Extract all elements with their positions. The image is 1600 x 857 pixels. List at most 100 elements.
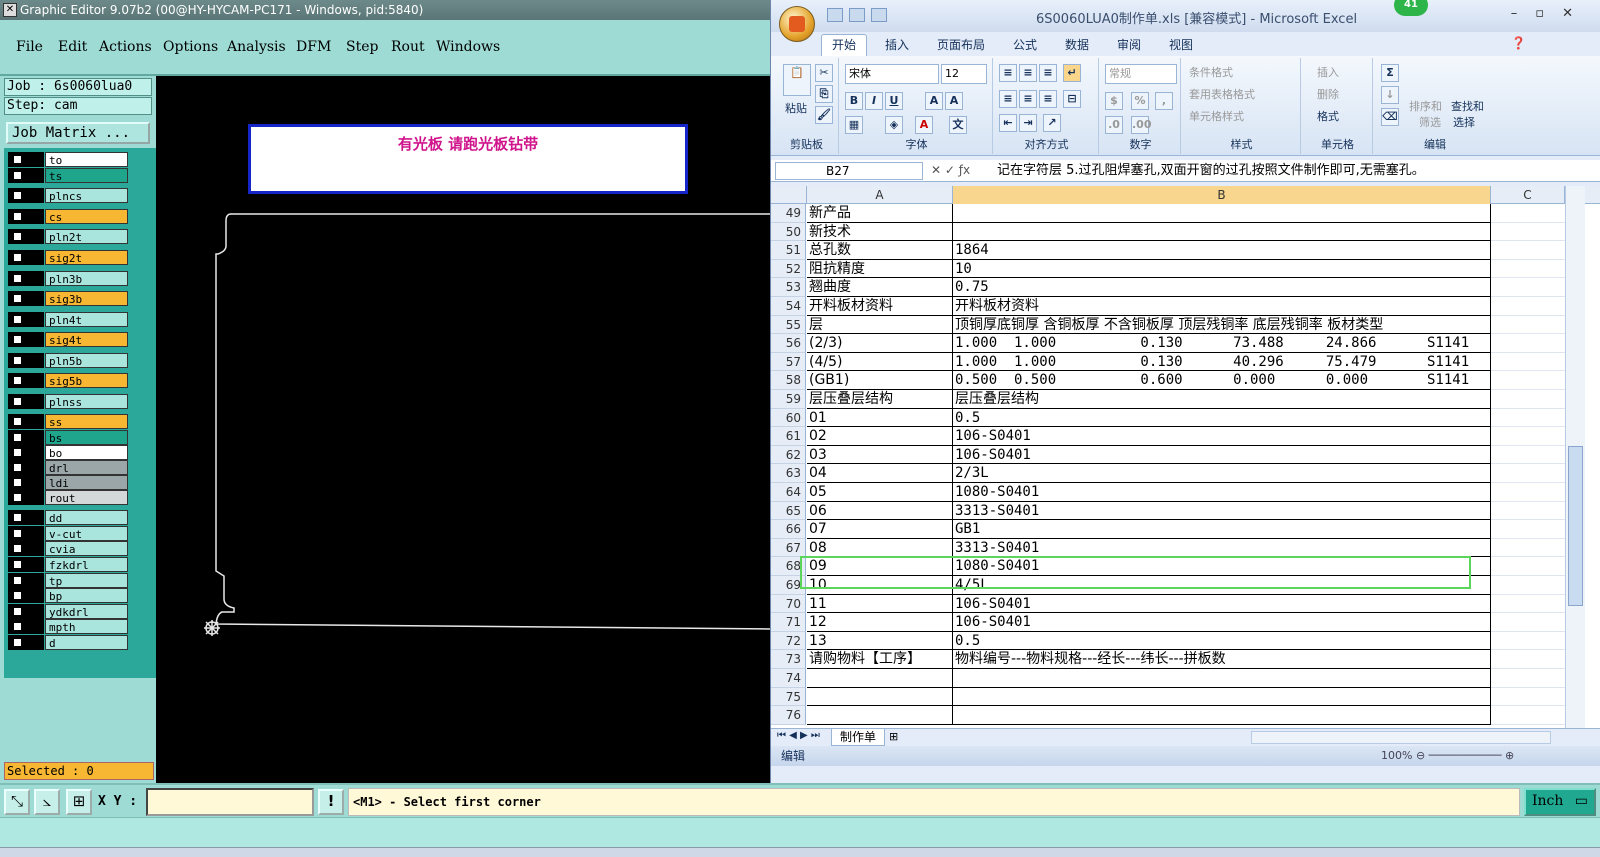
cell-a[interactable]: 03 xyxy=(807,445,953,465)
cell-a[interactable]: 04 xyxy=(807,464,953,483)
cell-c[interactable] xyxy=(1491,595,1565,614)
grid-button[interactable]: ⊞ xyxy=(66,789,92,815)
cell-a[interactable]: 新技术 xyxy=(807,222,953,242)
column-header-a[interactable]: A xyxy=(807,186,953,204)
layer-name[interactable]: to xyxy=(45,152,128,167)
cell-c[interactable] xyxy=(1491,446,1565,465)
cell-c[interactable] xyxy=(1491,260,1565,279)
horizontal-scrollbar[interactable] xyxy=(1251,731,1551,744)
layer-checkbox[interactable] xyxy=(12,273,23,284)
layer-row[interactable]: plnss xyxy=(8,394,128,409)
row-number[interactable]: 50 xyxy=(771,222,806,242)
layer-checkbox[interactable] xyxy=(12,396,23,407)
shrink-font-icon[interactable]: A xyxy=(945,92,963,110)
row-number[interactable]: 52 xyxy=(771,259,806,279)
cell-b[interactable]: 2/3L xyxy=(953,464,1491,483)
cell-b[interactable]: 1.000 1.000 0.130 73.488 24.866 S1141 xyxy=(953,334,1491,353)
clear-icon[interactable]: ⌫ xyxy=(1381,108,1399,126)
align-middle-icon[interactable]: ≡ xyxy=(1019,64,1037,82)
cell-c[interactable] xyxy=(1491,334,1565,353)
layer-name[interactable]: drl xyxy=(45,460,128,475)
layer-name[interactable]: ss xyxy=(45,414,128,429)
vertical-scroll-thumb[interactable] xyxy=(1568,446,1583,606)
row-number[interactable]: 56 xyxy=(771,334,806,353)
cell-c[interactable] xyxy=(1491,371,1565,390)
fx-icons[interactable]: ✕ ✓ ƒx xyxy=(931,163,970,177)
layer-checkbox[interactable] xyxy=(12,190,23,201)
phonetic-icon[interactable]: 文 xyxy=(949,116,967,134)
layer-row[interactable]: dd xyxy=(8,510,128,525)
row-number[interactable]: 60 xyxy=(771,408,806,428)
units-button[interactable]: Inch ▭ xyxy=(1524,788,1596,816)
orientation-icon[interactable]: ↗ xyxy=(1043,114,1061,132)
tab-formulas[interactable]: 公式 xyxy=(1013,36,1037,53)
layer-checkbox[interactable] xyxy=(12,462,23,473)
align-top-icon[interactable]: ≡ xyxy=(999,64,1017,82)
layer-row[interactable]: bs xyxy=(8,430,128,445)
menu-dfm[interactable]: DFM xyxy=(296,39,331,55)
cell-styles-button[interactable]: 单元格样式 xyxy=(1189,108,1244,124)
menu-actions[interactable]: Actions xyxy=(99,39,152,55)
cell-a[interactable] xyxy=(807,687,953,707)
cell-b[interactable]: 1864 xyxy=(953,241,1491,260)
row-number[interactable]: 72 xyxy=(771,631,806,651)
cell-a[interactable]: (GB1) xyxy=(807,371,953,390)
layer-checkbox[interactable] xyxy=(12,492,23,503)
cell-c[interactable] xyxy=(1491,557,1565,576)
cell-c[interactable] xyxy=(1491,390,1565,409)
cell-a[interactable]: 总孔数 xyxy=(807,241,953,260)
layer-checkbox[interactable] xyxy=(12,154,23,165)
conditional-format-button[interactable]: 条件格式 xyxy=(1189,64,1233,80)
layer-name[interactable]: sig2t xyxy=(45,250,128,265)
layer-row[interactable]: plncs xyxy=(8,188,128,203)
layer-name[interactable]: plncs xyxy=(45,188,128,203)
layer-name[interactable]: bp xyxy=(45,588,128,603)
cell-c[interactable] xyxy=(1491,409,1565,428)
cell-b[interactable]: 3313-S0401 xyxy=(953,538,1491,558)
grow-font-icon[interactable]: A xyxy=(925,92,943,110)
layer-name[interactable]: sig5b xyxy=(45,373,128,388)
row-number[interactable]: 74 xyxy=(771,669,806,688)
cell-c[interactable] xyxy=(1491,204,1565,223)
help-icon[interactable]: ❓ xyxy=(1511,36,1526,50)
layer-checkbox[interactable] xyxy=(12,355,23,366)
currency-icon[interactable]: $ xyxy=(1105,92,1123,110)
font-name-box[interactable]: 宋体 xyxy=(845,64,939,84)
menu-step[interactable]: Step xyxy=(346,39,378,55)
layer-name[interactable]: ldi xyxy=(45,475,128,490)
cell-c[interactable] xyxy=(1491,297,1565,316)
layer-row[interactable]: fzkdrl xyxy=(8,557,128,572)
layer-name[interactable]: pln5b xyxy=(45,353,128,368)
graphic-canvas[interactable]: 有光板 请跑光板钻带 xyxy=(156,76,770,783)
row-number[interactable]: 76 xyxy=(771,706,806,725)
find-select-button[interactable]: 查找和 xyxy=(1451,98,1484,114)
insert-cells-button[interactable]: 插入 xyxy=(1317,64,1339,80)
cell-a[interactable]: 请购物料【工序】 xyxy=(807,650,953,669)
layer-name[interactable]: rout xyxy=(45,490,128,505)
cell-a[interactable]: 01 xyxy=(807,408,953,428)
sheet-nav-arrows[interactable]: ⏮ ◀ ▶ ⏭ xyxy=(777,730,820,741)
cell-b[interactable]: 3313-S0401 xyxy=(953,501,1491,521)
layer-row[interactable]: to xyxy=(8,152,128,167)
paste-button[interactable]: 粘贴 xyxy=(785,100,807,116)
layer-checkbox[interactable] xyxy=(12,314,23,325)
fill-color-icon[interactable]: ◈ xyxy=(885,116,903,134)
cell-b[interactable]: 0.5 xyxy=(953,408,1491,428)
layer-row[interactable]: cs xyxy=(8,209,128,224)
cell-b[interactable]: 物料编号---物料规格---经长---纬长---拼板数 xyxy=(953,650,1491,669)
layer-checkbox[interactable] xyxy=(12,590,23,601)
sheet-tab[interactable]: 制作单 xyxy=(831,729,885,746)
layer-row[interactable]: ldi xyxy=(8,475,128,490)
cell-b[interactable]: 10 xyxy=(953,259,1491,279)
layer-checkbox[interactable] xyxy=(12,559,23,570)
office-button[interactable] xyxy=(779,6,815,42)
align-center-icon[interactable]: ≡ xyxy=(1019,90,1037,108)
layer-name[interactable]: ydkdrl xyxy=(45,604,128,619)
cell-c[interactable] xyxy=(1491,464,1565,483)
layer-checkbox[interactable] xyxy=(12,512,23,523)
cell-c[interactable] xyxy=(1491,539,1565,558)
layer-checkbox[interactable] xyxy=(12,606,23,617)
window-controls[interactable]: –▫✕ xyxy=(1511,6,1591,21)
layer-checkbox[interactable] xyxy=(12,432,23,443)
tab-insert[interactable]: 插入 xyxy=(885,36,909,53)
